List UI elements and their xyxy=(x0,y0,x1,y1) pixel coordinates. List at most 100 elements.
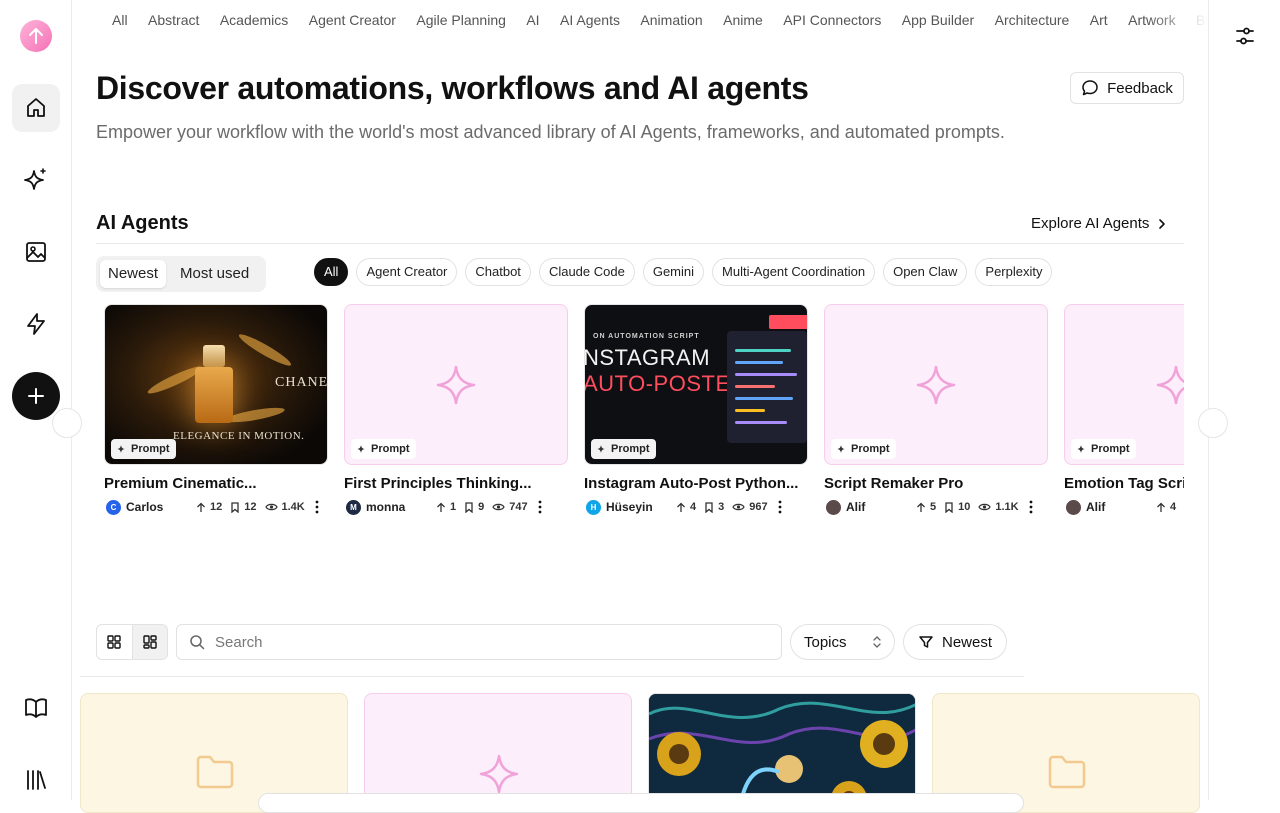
topic-tab[interactable]: Animation xyxy=(640,12,702,28)
topics-label: Topics xyxy=(804,633,847,651)
author-name[interactable]: monna xyxy=(366,500,428,514)
chip-all[interactable]: All xyxy=(314,258,349,286)
card-title[interactable]: Emotion Tag Script xyxy=(1064,475,1184,492)
grid-view-button[interactable] xyxy=(97,625,132,659)
chip-multi-agent-coordination[interactable]: Multi-Agent Coordination xyxy=(712,258,876,286)
explore-ai-agents-link[interactable]: Explore AI Agents xyxy=(1031,215,1167,232)
section-title: AI Agents xyxy=(96,212,189,234)
more-options-button[interactable] xyxy=(538,500,542,514)
chip-agent-creator[interactable]: Agent Creator xyxy=(356,258,458,286)
upvote-value: 1 xyxy=(450,501,457,513)
app-logo[interactable] xyxy=(20,20,52,52)
avatar[interactable] xyxy=(1066,499,1081,515)
code-window xyxy=(727,331,807,443)
avatar[interactable]: M xyxy=(346,499,361,515)
author-name[interactable]: Alif xyxy=(846,500,908,514)
compact-view-button[interactable] xyxy=(131,625,167,659)
upvote-count[interactable]: 12 xyxy=(196,501,222,513)
prompt-badge: Prompt xyxy=(591,439,656,459)
avatar[interactable]: H xyxy=(586,499,601,515)
upvote-count[interactable]: 4 xyxy=(676,501,696,513)
topic-tab[interactable]: AI xyxy=(526,12,539,28)
card-meta: H Hüseyin 4 3 967 xyxy=(584,498,808,516)
sort-newest-button[interactable]: Newest xyxy=(100,260,167,288)
agent-card[interactable]: Prompt Emotion Tag Script Alif 4 xyxy=(1064,304,1184,516)
automations-button[interactable] xyxy=(12,300,60,348)
upvote-count[interactable]: 5 xyxy=(916,501,936,513)
image-icon xyxy=(26,242,46,262)
sparkle-icon xyxy=(117,445,125,453)
bookmark-icon xyxy=(705,501,713,513)
author-name[interactable]: Carlos xyxy=(126,500,188,514)
home-button[interactable] xyxy=(12,84,60,132)
card-title[interactable]: First Principles Thinking... xyxy=(344,475,568,492)
avatar[interactable]: C xyxy=(106,499,121,515)
library-button[interactable] xyxy=(12,756,60,804)
upvote-count[interactable]: 1 xyxy=(436,501,456,513)
topic-tab[interactable]: Agile Planning xyxy=(416,12,506,28)
sort-most-used-button[interactable]: Most used xyxy=(172,260,257,288)
topic-tab[interactable]: Books xyxy=(1196,12,1208,28)
docs-button[interactable] xyxy=(12,684,60,732)
topic-tab[interactable]: All xyxy=(112,12,128,28)
search-input[interactable] xyxy=(215,633,755,651)
more-options-button[interactable] xyxy=(1029,500,1033,514)
save-count[interactable]: 3 xyxy=(704,501,724,513)
save-count[interactable]: 10 xyxy=(944,501,970,513)
chip-claude-code[interactable]: Claude Code xyxy=(538,258,635,286)
create-button[interactable] xyxy=(12,372,60,420)
topic-tab[interactable]: AI Agents xyxy=(560,12,620,28)
sparkle-icon xyxy=(837,445,845,453)
badge-label: Prompt xyxy=(851,443,890,455)
topic-tab[interactable]: App Builder xyxy=(902,12,974,28)
card-title[interactable]: Script Remaker Pro xyxy=(824,475,1048,492)
topic-tab[interactable]: Academics xyxy=(220,12,288,28)
scroll-right-button[interactable] xyxy=(1198,408,1228,438)
code-line xyxy=(735,421,787,424)
author-name[interactable]: Alif xyxy=(1086,500,1148,514)
view-value: 1.4K xyxy=(281,501,305,513)
card-title[interactable]: Instagram Auto-Post Python... xyxy=(584,475,808,492)
topic-tab[interactable]: API Connectors xyxy=(783,12,881,28)
save-value: 12 xyxy=(244,501,257,513)
chip-gemini[interactable]: Gemini xyxy=(642,258,705,286)
scroll-left-button[interactable] xyxy=(52,408,82,438)
thumbnail-text: ELEGANCE IN MOTION. xyxy=(173,430,305,442)
chip-perplexity[interactable]: Perplexity xyxy=(975,258,1053,286)
floating-bar[interactable] xyxy=(258,793,1024,813)
chevron-right-icon xyxy=(1159,218,1166,229)
avatar[interactable] xyxy=(826,499,841,515)
thumbnail-text: CHANEL xyxy=(275,375,328,390)
author-name[interactable]: Hüseyin xyxy=(606,500,668,514)
agent-card[interactable]: CHANEL ELEGANCE IN MOTION. Prompt Premiu… xyxy=(104,304,328,516)
topic-tab[interactable]: Abstract xyxy=(148,12,199,28)
prompts-button[interactable] xyxy=(12,156,60,204)
filters-toggle-button[interactable] xyxy=(1232,23,1258,49)
more-options-button[interactable] xyxy=(778,500,782,514)
feedback-button[interactable]: Feedback xyxy=(1070,72,1184,104)
topic-tab[interactable]: Artwork xyxy=(1128,12,1175,28)
search-icon xyxy=(190,635,205,650)
arrow-up-icon xyxy=(917,502,925,512)
left-sidebar xyxy=(0,0,72,800)
card-title[interactable]: Premium Cinematic... xyxy=(104,475,328,492)
save-count[interactable]: 12 xyxy=(230,501,257,513)
chip-open-claw[interactable]: Open Claw xyxy=(883,258,968,286)
more-options-button[interactable] xyxy=(315,500,319,514)
topic-tab[interactable]: Agent Creator xyxy=(309,12,396,28)
agent-card[interactable]: Prompt Script Remaker Pro Alif 5 10 1.1K xyxy=(824,304,1048,516)
images-button[interactable] xyxy=(12,228,60,276)
agent-card[interactable]: ON AUTOMATION SCRIPT NSTAGRAM AUTO-POSTE… xyxy=(584,304,808,516)
topic-tab[interactable]: Anime xyxy=(723,12,763,28)
upvote-count[interactable]: 4 xyxy=(1156,501,1176,513)
agent-card[interactable]: Prompt First Principles Thinking... M mo… xyxy=(344,304,568,516)
save-value: 9 xyxy=(478,501,485,513)
topic-tab[interactable]: Art xyxy=(1090,12,1108,28)
chip-chatbot[interactable]: Chatbot xyxy=(465,258,531,286)
badge-label: Prompt xyxy=(131,443,170,455)
topics-select[interactable]: Topics xyxy=(790,624,895,660)
book-open-icon xyxy=(25,698,47,718)
sort-select[interactable]: Newest xyxy=(903,624,1007,660)
save-count[interactable]: 9 xyxy=(464,501,484,513)
topic-tab[interactable]: Architecture xyxy=(995,12,1070,28)
